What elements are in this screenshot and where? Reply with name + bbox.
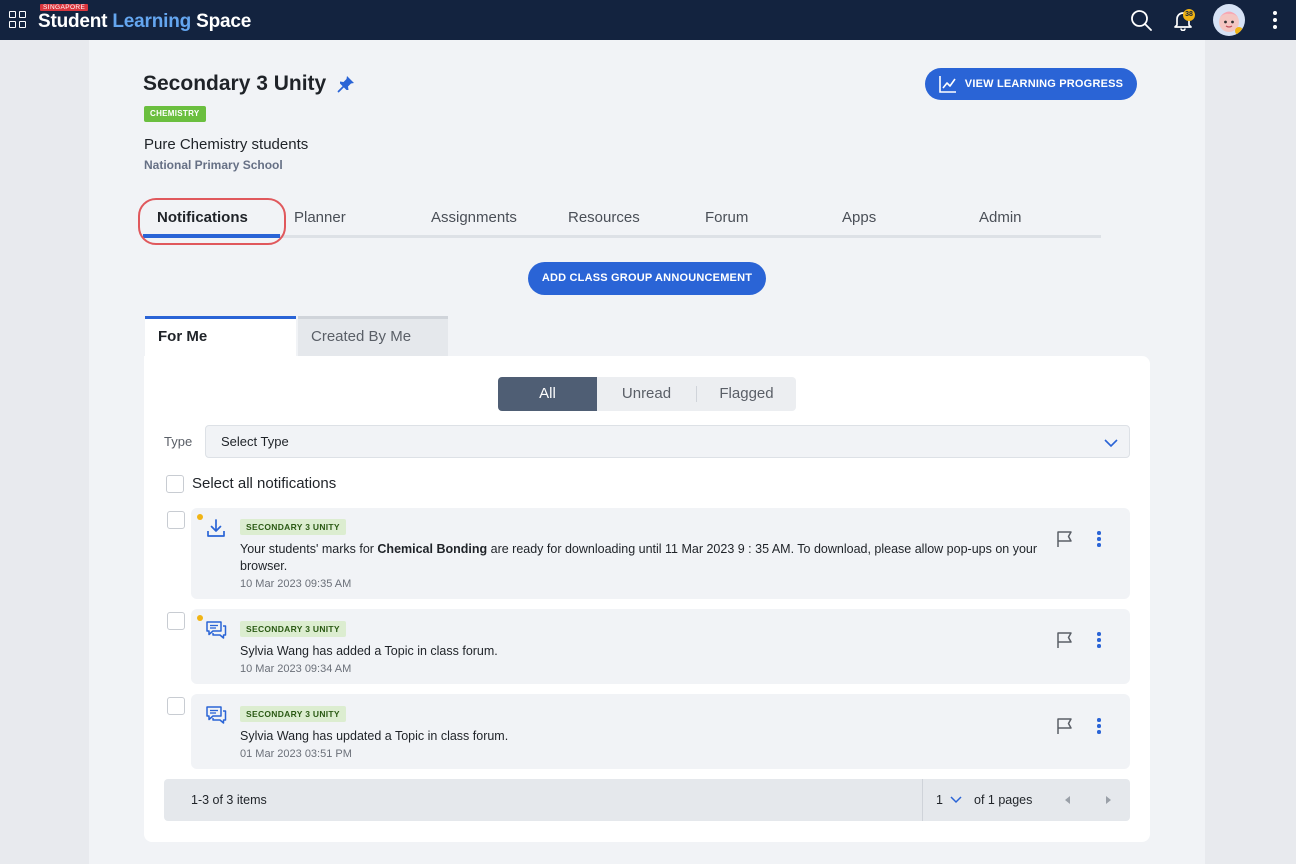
subtab-created-by-me[interactable]: Created By Me <box>298 316 448 356</box>
pin-icon[interactable] <box>337 75 355 93</box>
class-tag: SECONDARY 3 UNITY <box>240 706 346 722</box>
filter-unread[interactable]: Unread <box>597 377 696 411</box>
user-avatar[interactable] <box>1213 4 1245 36</box>
page-title: Secondary 3 Unity <box>143 72 327 95</box>
subtab-for-me[interactable]: For Me <box>145 316 296 356</box>
notification-more-icon[interactable] <box>1094 632 1104 648</box>
class-tag: SECONDARY 3 UNITY <box>240 621 346 637</box>
flag-icon[interactable] <box>1056 530 1074 548</box>
app-grid-icon[interactable] <box>9 11 27 29</box>
notification-time: 10 Mar 2023 09:34 AM <box>240 663 352 675</box>
view-learning-progress-button[interactable]: VIEW LEARNING PROGRESS <box>925 68 1137 100</box>
select-all-checkbox[interactable] <box>166 475 184 493</box>
brand-country-tag: SINGAPORE <box>40 4 89 11</box>
school-name: National Primary School <box>144 158 283 172</box>
tab-forum[interactable]: Forum <box>705 209 748 226</box>
top-navigation-bar: SINGAPORE Student Learning Space 38 <box>0 0 1296 40</box>
pagination-divider <box>922 779 923 821</box>
notification-time: 01 Mar 2023 03:51 PM <box>240 748 352 760</box>
select-all-label: Select all notifications <box>192 475 337 492</box>
unread-indicator <box>197 615 203 621</box>
pagination-total-pages: of 1 pages <box>974 793 1033 807</box>
notification-message: Sylvia Wang has added a Topic in class f… <box>240 644 498 658</box>
forum-icon <box>206 706 227 724</box>
more-options-icon[interactable] <box>1267 10 1283 30</box>
highlight-annotation <box>138 198 286 245</box>
class-tag: SECONDARY 3 UNITY <box>240 519 346 535</box>
tab-planner[interactable]: Planner <box>294 209 346 226</box>
notification-time: 10 Mar 2023 09:35 AM <box>240 578 352 590</box>
line-chart-icon <box>938 76 956 93</box>
tab-admin[interactable]: Admin <box>979 209 1022 226</box>
pagination-count: 1-3 of 3 items <box>191 793 267 807</box>
tab-apps[interactable]: Apps <box>842 209 876 226</box>
tab-assignments[interactable]: Assignments <box>431 209 517 226</box>
type-select[interactable]: Select Type <box>205 425 1130 458</box>
notification-count-badge: 38 <box>1183 9 1195 21</box>
previous-page-icon[interactable] <box>1064 796 1072 804</box>
class-description: Pure Chemistry students <box>144 136 309 153</box>
add-class-group-announcement-button[interactable]: ADD CLASS GROUP ANNOUNCEMENT <box>528 262 766 295</box>
chevron-down-icon[interactable] <box>950 795 962 805</box>
pagination-bar: 1-3 of 3 items 1 of 1 pages <box>164 779 1130 821</box>
filter-flagged[interactable]: Flagged <box>697 377 796 411</box>
type-label: Type <box>164 434 193 449</box>
forum-icon <box>206 621 227 639</box>
flag-icon[interactable] <box>1056 717 1074 735</box>
flag-icon[interactable] <box>1056 631 1074 649</box>
notification-filter: All Unread Flagged <box>498 377 796 411</box>
notification-message: Sylvia Wang has updated a Topic in class… <box>240 729 509 743</box>
notification-more-icon[interactable] <box>1094 531 1104 547</box>
notification-checkbox[interactable] <box>167 511 185 529</box>
notification-checkbox[interactable] <box>167 697 185 715</box>
view-learning-progress-label: VIEW LEARNING PROGRESS <box>964 78 1124 90</box>
next-page-icon[interactable] <box>1104 796 1112 804</box>
search-icon[interactable] <box>1130 9 1152 31</box>
notification-more-icon[interactable] <box>1094 718 1104 734</box>
notification-checkbox[interactable] <box>167 612 185 630</box>
filter-all[interactable]: All <box>498 377 597 411</box>
chevron-down-icon <box>1104 439 1118 448</box>
notification-message: Your students' marks for Chemical Bondin… <box>240 542 1038 573</box>
tabs-baseline <box>143 235 1101 238</box>
download-icon <box>207 519 225 537</box>
type-select-value: Select Type <box>221 434 289 449</box>
page-number-select[interactable]: 1 <box>936 793 943 807</box>
unread-indicator <box>197 514 203 520</box>
subject-badge: CHEMISTRY <box>144 106 206 122</box>
tab-resources[interactable]: Resources <box>568 209 640 226</box>
brand-name: Student Learning Space <box>38 11 252 32</box>
